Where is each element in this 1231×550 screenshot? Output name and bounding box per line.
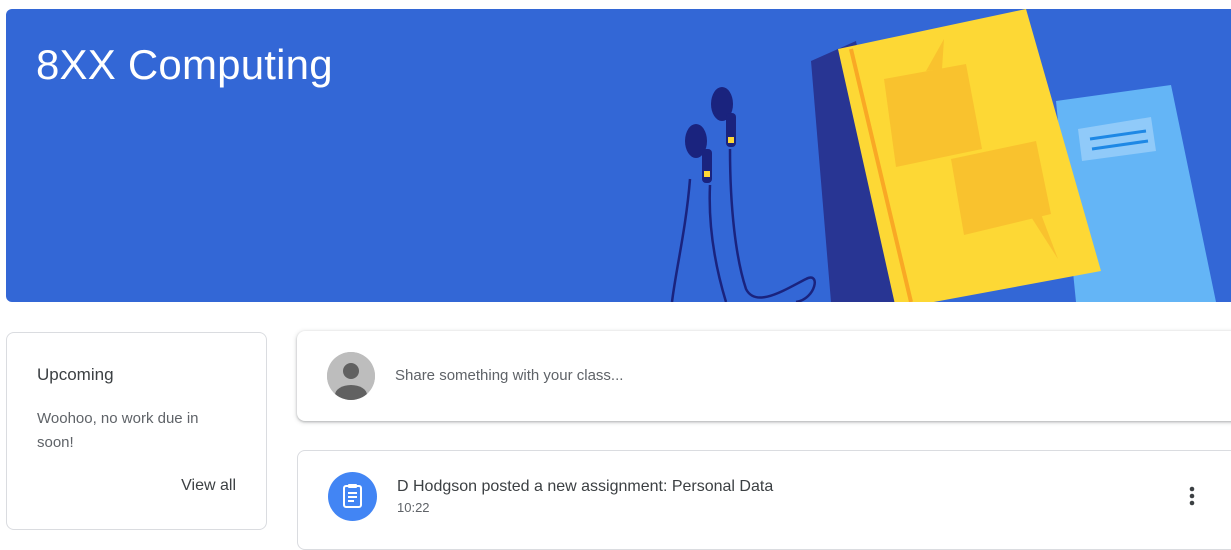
assignment-icon bbox=[328, 472, 377, 521]
stream-post[interactable]: D Hodgson posted a new assignment: Perso… bbox=[297, 450, 1231, 550]
post-title[interactable]: D Hodgson posted a new assignment: Perso… bbox=[397, 478, 773, 496]
banner-illustration bbox=[670, 9, 1216, 302]
upcoming-card: Upcoming Woohoo, no work due in soon! Vi… bbox=[6, 332, 267, 530]
person-icon bbox=[327, 352, 375, 400]
share-input[interactable]: Share something with your class... bbox=[395, 367, 623, 384]
upcoming-message: Woohoo, no work due in soon! bbox=[37, 410, 199, 451]
more-vert-icon[interactable] bbox=[1178, 481, 1206, 513]
upcoming-title: Upcoming bbox=[37, 365, 114, 384]
view-all-link[interactable]: View all bbox=[181, 477, 236, 495]
post-time: 10:22 bbox=[397, 500, 430, 515]
class-title: 8XX Computing bbox=[36, 41, 333, 88]
share-box[interactable]: Share something with your class... bbox=[297, 331, 1231, 421]
class-banner: 8XX Computing bbox=[6, 9, 1231, 302]
